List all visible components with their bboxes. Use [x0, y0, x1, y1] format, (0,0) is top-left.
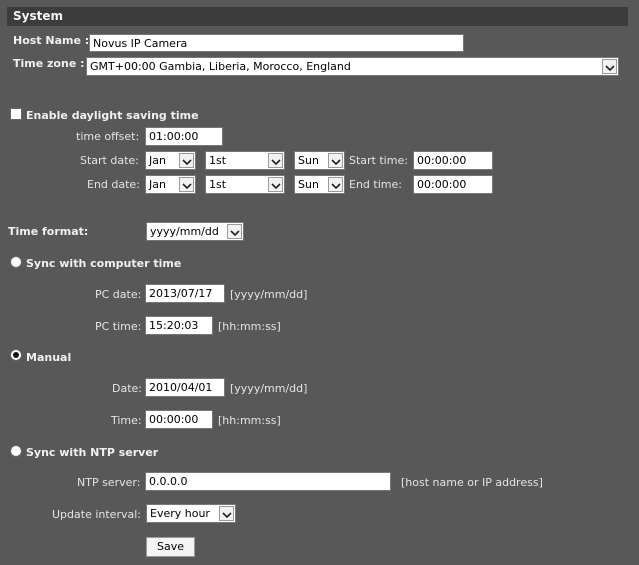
end-month-select[interactable]: Jan	[145, 175, 196, 194]
chevron-down-icon	[268, 177, 283, 192]
sync-pc-label: Sync with computer time	[26, 257, 182, 270]
pc-time-label: PC time:	[95, 320, 142, 333]
dst-checkbox[interactable]	[10, 108, 22, 120]
ntp-server-label: NTP server:	[77, 476, 141, 489]
start-week-value: 1st	[209, 154, 227, 167]
end-day-value: Sun	[298, 178, 319, 191]
chevron-down-icon	[268, 153, 283, 168]
ntp-server-input[interactable]: 0.0.0.0	[145, 472, 391, 491]
chevron-down-icon	[227, 224, 242, 239]
manual-time-input[interactable]: 00:00:00	[145, 410, 213, 429]
end-week-value: 1st	[209, 178, 227, 191]
time-zone-value: GMT+00:00 Gambia, Liberia, Morocco, Engl…	[90, 60, 351, 73]
start-month-value: Jan	[149, 154, 166, 167]
manual-time-label: Time:	[111, 414, 142, 427]
manual-date-hint: [yyyy/mm/dd]	[230, 382, 308, 395]
host-name-label: Host Name :	[13, 34, 90, 47]
save-button[interactable]: Save	[146, 537, 195, 557]
time-offset-input[interactable]: 01:00:00	[145, 127, 223, 146]
ntp-server-hint: [host name or IP address]	[401, 476, 543, 489]
pc-date-hint: [yyyy/mm/dd]	[230, 288, 308, 301]
host-name-input[interactable]: Novus IP Camera	[89, 34, 464, 52]
chevron-down-icon	[602, 59, 617, 74]
time-format-value: yyyy/mm/dd	[150, 225, 219, 238]
chevron-down-icon	[328, 153, 343, 168]
manual-radio[interactable]	[10, 349, 22, 361]
update-interval-select[interactable]: Every hour	[146, 504, 236, 523]
time-format-select[interactable]: yyyy/mm/dd	[146, 222, 244, 241]
end-time-label: End time:	[349, 178, 402, 191]
update-interval-label: Update interval:	[52, 508, 141, 521]
time-zone-select[interactable]: GMT+00:00 Gambia, Liberia, Morocco, Engl…	[86, 57, 619, 76]
time-offset-label: time offset:	[76, 130, 140, 143]
end-month-value: Jan	[149, 178, 166, 191]
pc-time-input[interactable]: 15:20:03	[145, 316, 213, 335]
section-header: System	[7, 7, 628, 26]
start-time-input[interactable]: 00:00:00	[413, 151, 493, 170]
sync-pc-radio[interactable]	[10, 256, 22, 268]
start-time-label: Start time:	[349, 154, 408, 167]
pc-date-label: PC date:	[95, 288, 142, 301]
end-time-input[interactable]: 00:00:00	[413, 175, 493, 194]
chevron-down-icon	[179, 153, 194, 168]
end-day-select[interactable]: Sun	[294, 175, 345, 194]
start-date-label: Start date:	[80, 154, 139, 167]
time-zone-label: Time zone :	[13, 57, 85, 70]
manual-time-hint: [hh:mm:ss]	[218, 414, 281, 427]
pc-time-hint: [hh:mm:ss]	[218, 320, 281, 333]
end-week-select[interactable]: 1st	[205, 175, 285, 194]
sync-ntp-radio[interactable]	[10, 445, 22, 457]
start-month-select[interactable]: Jan	[145, 151, 196, 170]
start-day-select[interactable]: Sun	[294, 151, 345, 170]
pc-date-input[interactable]: 2013/07/17	[145, 284, 225, 303]
dst-label: Enable daylight saving time	[26, 109, 199, 122]
manual-label: Manual	[26, 351, 72, 364]
start-week-select[interactable]: 1st	[205, 151, 285, 170]
manual-date-input[interactable]: 2010/04/01	[145, 378, 225, 397]
chevron-down-icon	[328, 177, 343, 192]
end-date-label: End date:	[87, 178, 140, 191]
chevron-down-icon	[219, 506, 234, 521]
start-day-value: Sun	[298, 154, 319, 167]
chevron-down-icon	[179, 177, 194, 192]
update-interval-value: Every hour	[150, 507, 210, 520]
sync-ntp-label: Sync with NTP server	[26, 446, 159, 459]
time-format-label: Time format:	[8, 225, 89, 238]
manual-date-label: Date:	[112, 382, 142, 395]
